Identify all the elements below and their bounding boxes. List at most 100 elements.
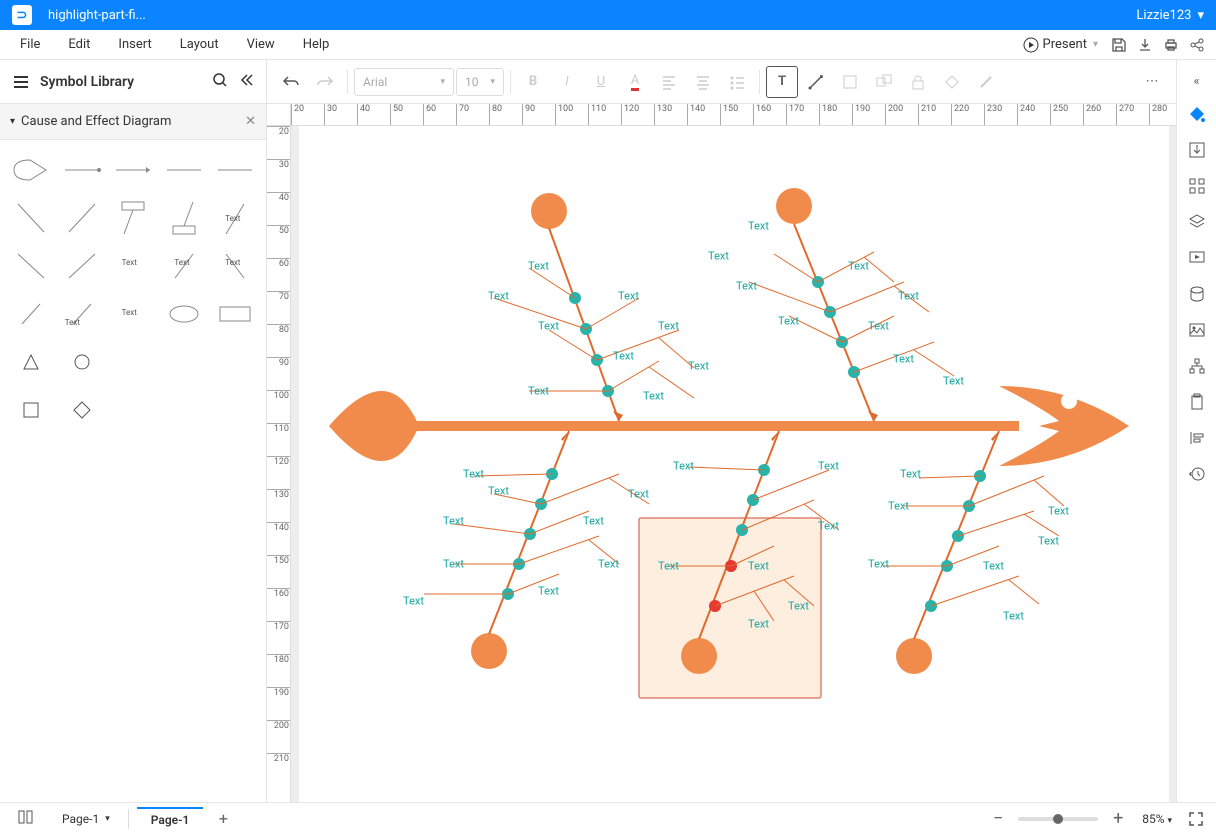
menu-edit[interactable]: Edit: [54, 37, 104, 52]
shape-branch-text[interactable]: Text: [211, 196, 258, 240]
shape-box-branch[interactable]: [110, 196, 157, 240]
undo-button[interactable]: [275, 66, 307, 98]
shape-diag1[interactable]: [8, 196, 55, 240]
shape-branch-a[interactable]: [8, 244, 55, 288]
shape-text[interactable]: Text: [110, 292, 157, 336]
pages-list-icon[interactable]: [8, 806, 44, 831]
branch-label[interactable]: Text: [673, 460, 694, 473]
bullets-button[interactable]: [721, 66, 753, 98]
branch-label[interactable]: Text: [583, 515, 604, 528]
branch-label[interactable]: Text: [658, 560, 679, 573]
branch-label[interactable]: Text: [736, 280, 757, 293]
branch-label[interactable]: Text: [868, 558, 889, 571]
branch-label[interactable]: Text: [443, 558, 464, 571]
page-dropdown[interactable]: Page-1▾: [52, 808, 120, 830]
menu-layout[interactable]: Layout: [166, 37, 233, 52]
share-icon[interactable]: [1184, 32, 1210, 58]
present-button[interactable]: Present ▾: [1015, 37, 1106, 53]
align-left-button[interactable]: [653, 66, 685, 98]
branch-label[interactable]: Text: [818, 460, 839, 473]
user-menu[interactable]: Lizzie123▾: [1136, 8, 1204, 23]
branch-label[interactable]: Text: [618, 290, 639, 303]
align-center-button[interactable]: [687, 66, 719, 98]
branch-label[interactable]: Text: [488, 290, 509, 303]
fullscreen-button[interactable]: [1184, 807, 1208, 831]
bold-button[interactable]: B: [517, 66, 549, 98]
shape-rect[interactable]: [211, 292, 258, 336]
save-icon[interactable]: [1106, 32, 1132, 58]
close-section-icon[interactable]: ✕: [245, 114, 256, 129]
shape-line[interactable]: [160, 148, 207, 192]
branch-label[interactable]: Text: [778, 315, 799, 328]
shape-branch-text2[interactable]: Text: [110, 244, 157, 288]
shape-branch-b[interactable]: [59, 244, 106, 288]
add-page-button[interactable]: +: [211, 807, 235, 831]
align-panel-icon[interactable]: [1177, 420, 1216, 456]
underline-button[interactable]: U: [585, 66, 617, 98]
font-select[interactable]: Arial▾: [354, 68, 454, 96]
branch-label[interactable]: Text: [658, 320, 679, 333]
branch-label[interactable]: Text: [943, 375, 964, 388]
branch-label[interactable]: Text: [818, 520, 839, 533]
menu-help[interactable]: Help: [289, 37, 344, 52]
fontsize-select[interactable]: 10▾: [456, 68, 504, 96]
page-tab-active[interactable]: Page-1: [137, 807, 204, 831]
italic-button[interactable]: I: [551, 66, 583, 98]
branch-label[interactable]: Text: [983, 560, 1004, 573]
zoom-out-button[interactable]: −: [986, 807, 1010, 831]
redo-button[interactable]: [309, 66, 341, 98]
branch-label[interactable]: Text: [868, 320, 889, 333]
history-panel-icon[interactable]: [1177, 456, 1216, 492]
menu-insert[interactable]: Insert: [104, 37, 165, 52]
shape-square[interactable]: [8, 388, 55, 432]
branch-label[interactable]: Text: [1038, 535, 1059, 548]
branch-label[interactable]: Text: [538, 585, 559, 598]
branch-label[interactable]: Text: [888, 500, 909, 513]
branch-label[interactable]: Text: [1003, 610, 1024, 623]
branch-label[interactable]: Text: [463, 468, 484, 481]
shape-branch-text3[interactable]: Text: [160, 244, 207, 288]
menu-file[interactable]: File: [6, 37, 54, 52]
group-button[interactable]: [868, 66, 900, 98]
fill-panel-icon[interactable]: [1177, 96, 1216, 132]
connector-tool-button[interactable]: [800, 66, 832, 98]
branch-label[interactable]: Text: [613, 350, 634, 363]
export-panel-icon[interactable]: [1177, 132, 1216, 168]
shape-diamond[interactable]: [59, 388, 106, 432]
shape-diag2[interactable]: [59, 196, 106, 240]
apps-panel-icon[interactable]: [1177, 168, 1216, 204]
branch-label[interactable]: Text: [403, 595, 424, 608]
shape-diag-short[interactable]: [8, 292, 55, 336]
branch-label[interactable]: Text: [848, 260, 869, 273]
present-panel-icon[interactable]: [1177, 240, 1216, 276]
line-style-button[interactable]: [970, 66, 1002, 98]
fill-button[interactable]: [936, 66, 968, 98]
branch-label[interactable]: Text: [528, 385, 549, 398]
shape-line2[interactable]: [211, 148, 258, 192]
branch-label[interactable]: Text: [1048, 505, 1069, 518]
branch-label[interactable]: Text: [598, 558, 619, 571]
font-color-button[interactable]: A: [619, 66, 651, 98]
branch-label[interactable]: Text: [900, 468, 921, 481]
branch-label[interactable]: Text: [443, 515, 464, 528]
image-panel-icon[interactable]: [1177, 312, 1216, 348]
branch-label[interactable]: Text: [748, 220, 769, 233]
diagram-canvas[interactable]: Text Text Text Text Text Text Text Text Text Text…: [299, 126, 1169, 802]
shape-diag-text[interactable]: Text: [59, 292, 106, 336]
lock-button[interactable]: [902, 66, 934, 98]
print-icon[interactable]: [1158, 32, 1184, 58]
shape-spine[interactable]: [59, 148, 106, 192]
collapse-right-rail-icon[interactable]: «: [1177, 66, 1216, 96]
branch-label[interactable]: Text: [643, 390, 664, 403]
clipboard-panel-icon[interactable]: [1177, 384, 1216, 420]
more-button[interactable]: ⋯: [1136, 66, 1168, 98]
section-header[interactable]: ▾ Cause and Effect Diagram ✕: [0, 104, 266, 140]
zoom-value[interactable]: 85% ▾: [1138, 812, 1176, 826]
zoom-in-button[interactable]: +: [1106, 807, 1130, 831]
branch-label[interactable]: Text: [628, 488, 649, 501]
zoom-slider[interactable]: [1018, 817, 1098, 821]
shape-branch-text4[interactable]: Text: [211, 244, 258, 288]
layers-panel-icon[interactable]: [1177, 204, 1216, 240]
menu-view[interactable]: View: [233, 37, 289, 52]
shape-fish-head[interactable]: [8, 148, 55, 192]
